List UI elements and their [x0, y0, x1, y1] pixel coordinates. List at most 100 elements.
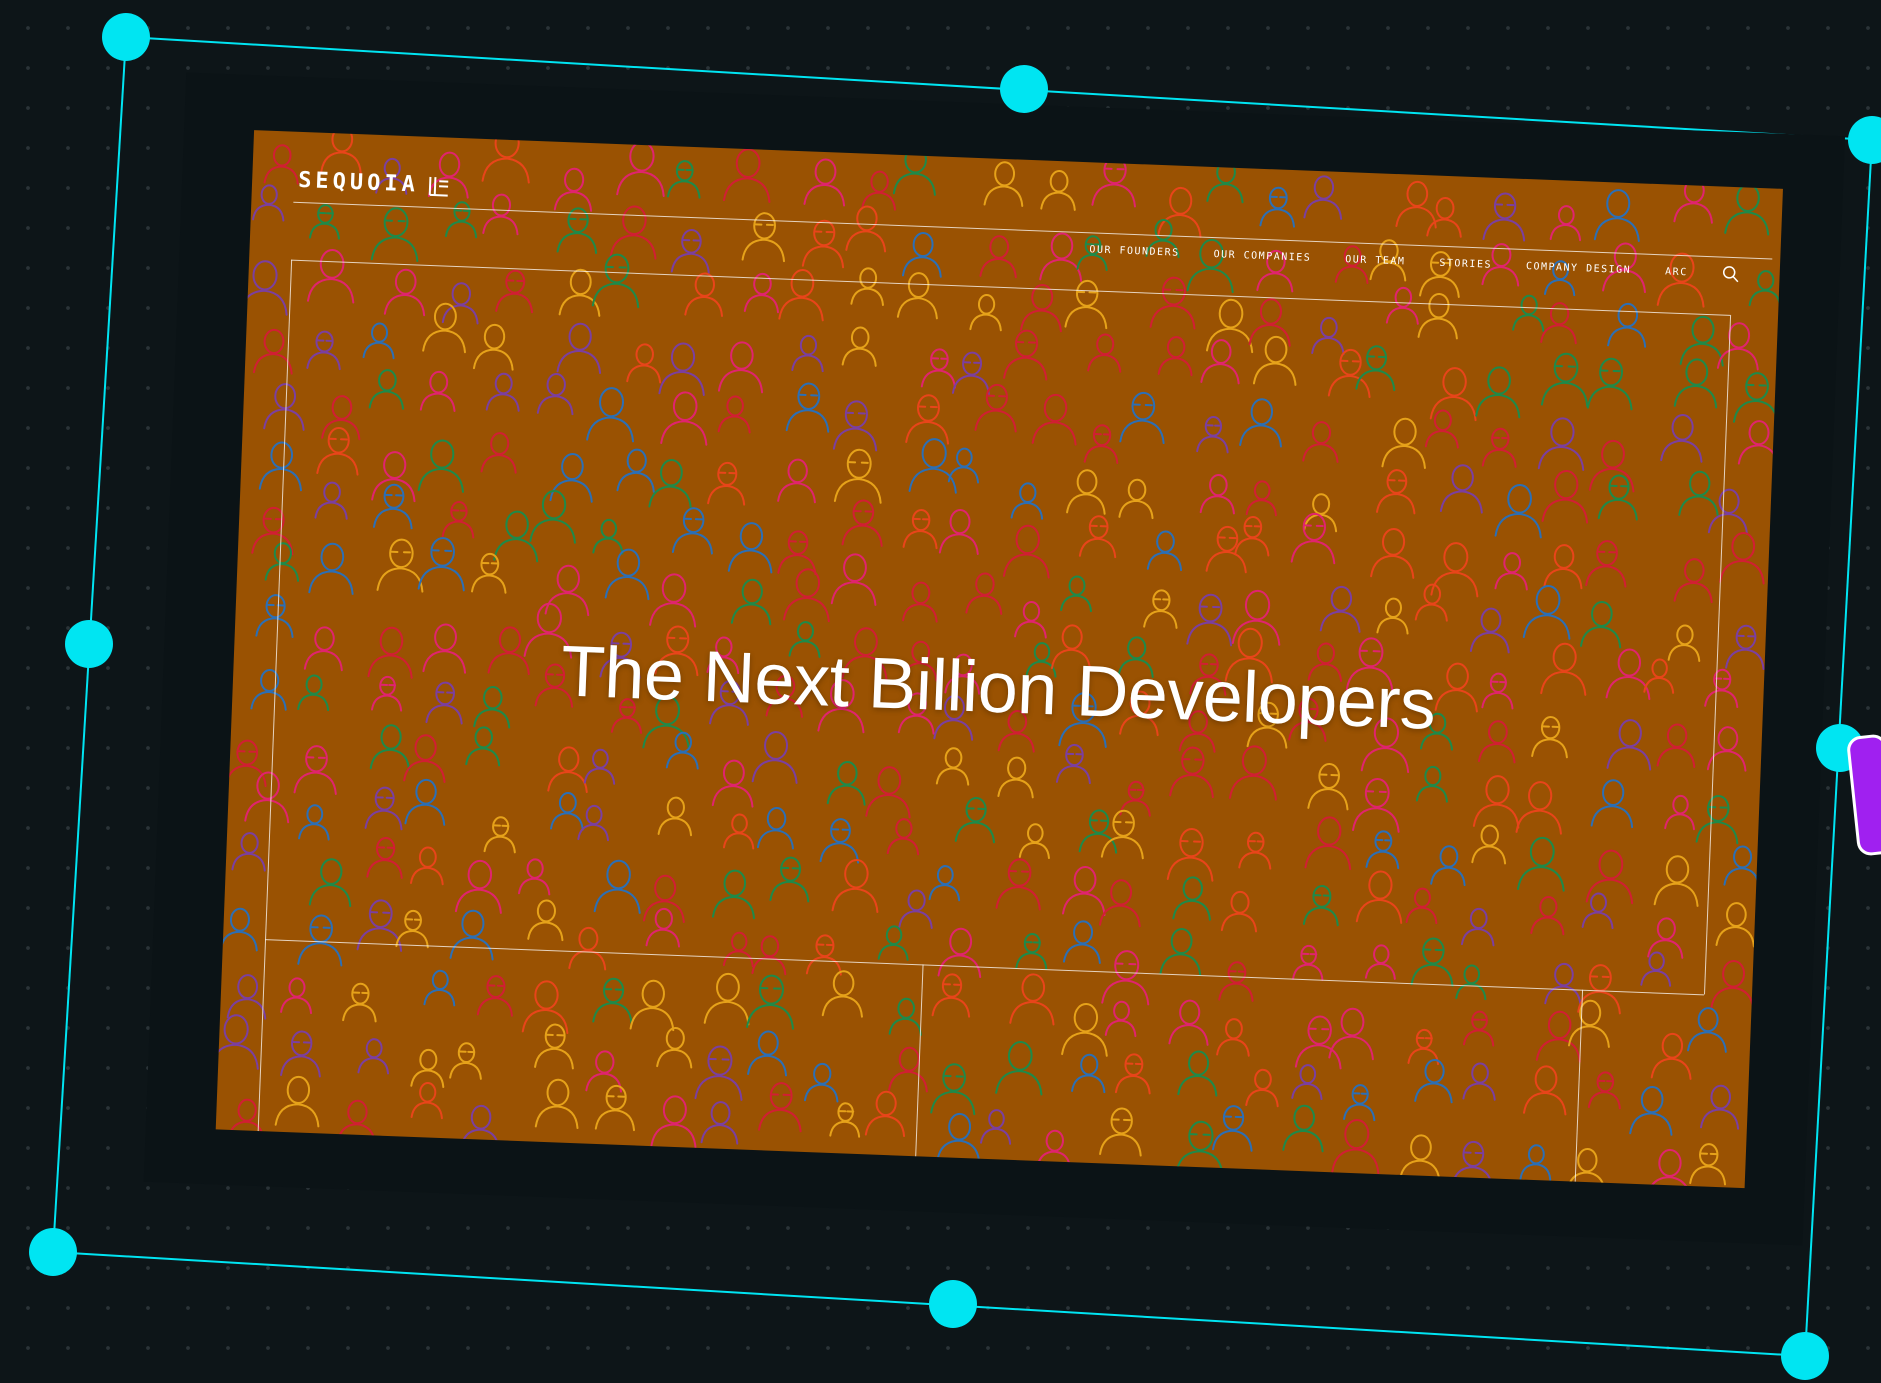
- doodle-person: [1585, 540, 1627, 588]
- doodle-person: [833, 448, 882, 504]
- search-icon[interactable]: [1721, 265, 1740, 284]
- doodle-person: [1567, 999, 1610, 1048]
- resize-handle-top-left[interactable]: [102, 13, 150, 61]
- doodle-person: [980, 1109, 1012, 1145]
- doodle-person: [1667, 624, 1701, 662]
- doodle-person: [1660, 414, 1703, 463]
- doodle-person: [594, 1084, 636, 1132]
- doodle-person: [1544, 962, 1582, 1006]
- doodle-person: [586, 387, 635, 443]
- doodle-person: [274, 1075, 320, 1128]
- doodle-person: [1405, 887, 1438, 925]
- sequoia-logo-mark-icon: [428, 176, 449, 197]
- doodle-person: [722, 148, 771, 203]
- doodle-person: [722, 931, 754, 968]
- doodle-person: [901, 581, 938, 623]
- doodle-person: [826, 760, 866, 806]
- doodle-person: [1365, 830, 1400, 870]
- doodle-person: [896, 272, 938, 320]
- doodle-person: [1302, 885, 1339, 927]
- doodle-person: [717, 395, 751, 434]
- doodle-person: [656, 1026, 693, 1069]
- resize-handle-bottom-right[interactable]: [1781, 1332, 1829, 1380]
- doodle-person: [314, 481, 348, 520]
- doodle-person: [1352, 777, 1400, 833]
- doodle-person: [694, 1045, 743, 1101]
- doodle-person: [629, 979, 675, 1032]
- doodle-person: [965, 572, 1003, 615]
- doodle-person: [1175, 1120, 1224, 1177]
- doodle-person: [1196, 416, 1229, 454]
- doodle-person: [1689, 1143, 1727, 1186]
- doodle-person: [1014, 600, 1047, 639]
- doodle-person: [309, 204, 340, 240]
- nav-arc[interactable]: ARC: [1665, 266, 1688, 278]
- doodle-person: [370, 207, 419, 262]
- doodle-person: [252, 184, 285, 222]
- logo-text: SEQUOIA: [297, 167, 420, 198]
- doodle-person: [616, 141, 665, 198]
- doodle-person: [898, 889, 933, 929]
- nav-company-design[interactable]: COMPANY DESIGN: [1526, 261, 1632, 276]
- nav-our-companies[interactable]: OUR COMPANIES: [1213, 249, 1311, 264]
- doodle-person: [1282, 1104, 1324, 1153]
- doodle-person: [264, 542, 300, 582]
- doodle-person: [591, 253, 640, 309]
- doodle-person: [1647, 917, 1684, 959]
- doodle-person: [1018, 823, 1050, 860]
- nav-our-team[interactable]: OUR TEAM: [1345, 254, 1406, 267]
- doodle-person: [1009, 973, 1055, 1026]
- doodle-person: [947, 447, 980, 484]
- doodle-person: [1415, 765, 1448, 803]
- doodle-person: [342, 982, 377, 1023]
- doodle-person: [1541, 470, 1589, 524]
- resize-handle-bottom-left[interactable]: [29, 1228, 77, 1276]
- doodle-person: [648, 459, 692, 510]
- nav-stories[interactable]: STORIES: [1439, 257, 1492, 270]
- doodle-person: [1725, 624, 1765, 671]
- doodle-person: [645, 907, 681, 948]
- doodle-person: [758, 1082, 802, 1133]
- doodle-person: [995, 1041, 1043, 1096]
- doodle-person: [1304, 816, 1352, 871]
- doodle-person: [1543, 544, 1583, 590]
- doodle-person: [888, 1046, 928, 1093]
- doodle-person: [1580, 601, 1622, 649]
- doodle-person: [841, 499, 883, 547]
- doodle-person: [476, 975, 513, 1017]
- doodle-person: [1715, 902, 1755, 948]
- doodle-person: [1540, 352, 1589, 408]
- artboard[interactable]: SEQUOIA OUR FOUNDERS OUR COMPANIES OUR T…: [143, 72, 1846, 1246]
- resize-handle-bottom-middle[interactable]: [929, 1280, 977, 1328]
- resize-handle-top-middle[interactable]: [1000, 65, 1048, 113]
- doodle-person: [616, 448, 655, 493]
- doodle-person: [969, 294, 1002, 332]
- doodle-person: [1168, 999, 1209, 1046]
- doodle-person: [995, 858, 1041, 911]
- doodle-person: [336, 1099, 376, 1145]
- doodle-person: [1549, 205, 1582, 242]
- doodle-person: [225, 739, 267, 788]
- website-preview[interactable]: SEQUOIA OUR FOUNDERS OUR COMPANIES OUR T…: [215, 130, 1783, 1189]
- doodle-person: [485, 372, 520, 412]
- doodle-person: [1494, 552, 1528, 591]
- doodle-person: [604, 548, 650, 601]
- doodle-person: [1003, 329, 1048, 381]
- doodle-person: [707, 461, 746, 506]
- doodle-person: [1695, 795, 1739, 845]
- doodle-person: [902, 508, 938, 550]
- doodle-person: [1410, 937, 1454, 987]
- nav-our-founders[interactable]: OUR FOUNDERS: [1089, 244, 1180, 258]
- doodle-person: [1157, 336, 1193, 377]
- doodle-person: [544, 564, 590, 617]
- doodle-person: [769, 856, 810, 903]
- resize-handle-middle-left[interactable]: [65, 620, 113, 668]
- doodle-person: [308, 858, 352, 908]
- doodle-person: [865, 766, 911, 819]
- doodle-person: [263, 144, 299, 185]
- doodle-person: [1679, 315, 1724, 367]
- doodle-person: [722, 813, 755, 850]
- doodle-person: [1157, 186, 1202, 238]
- doodle-person: [829, 1102, 861, 1138]
- doodle-person: [1212, 1105, 1253, 1152]
